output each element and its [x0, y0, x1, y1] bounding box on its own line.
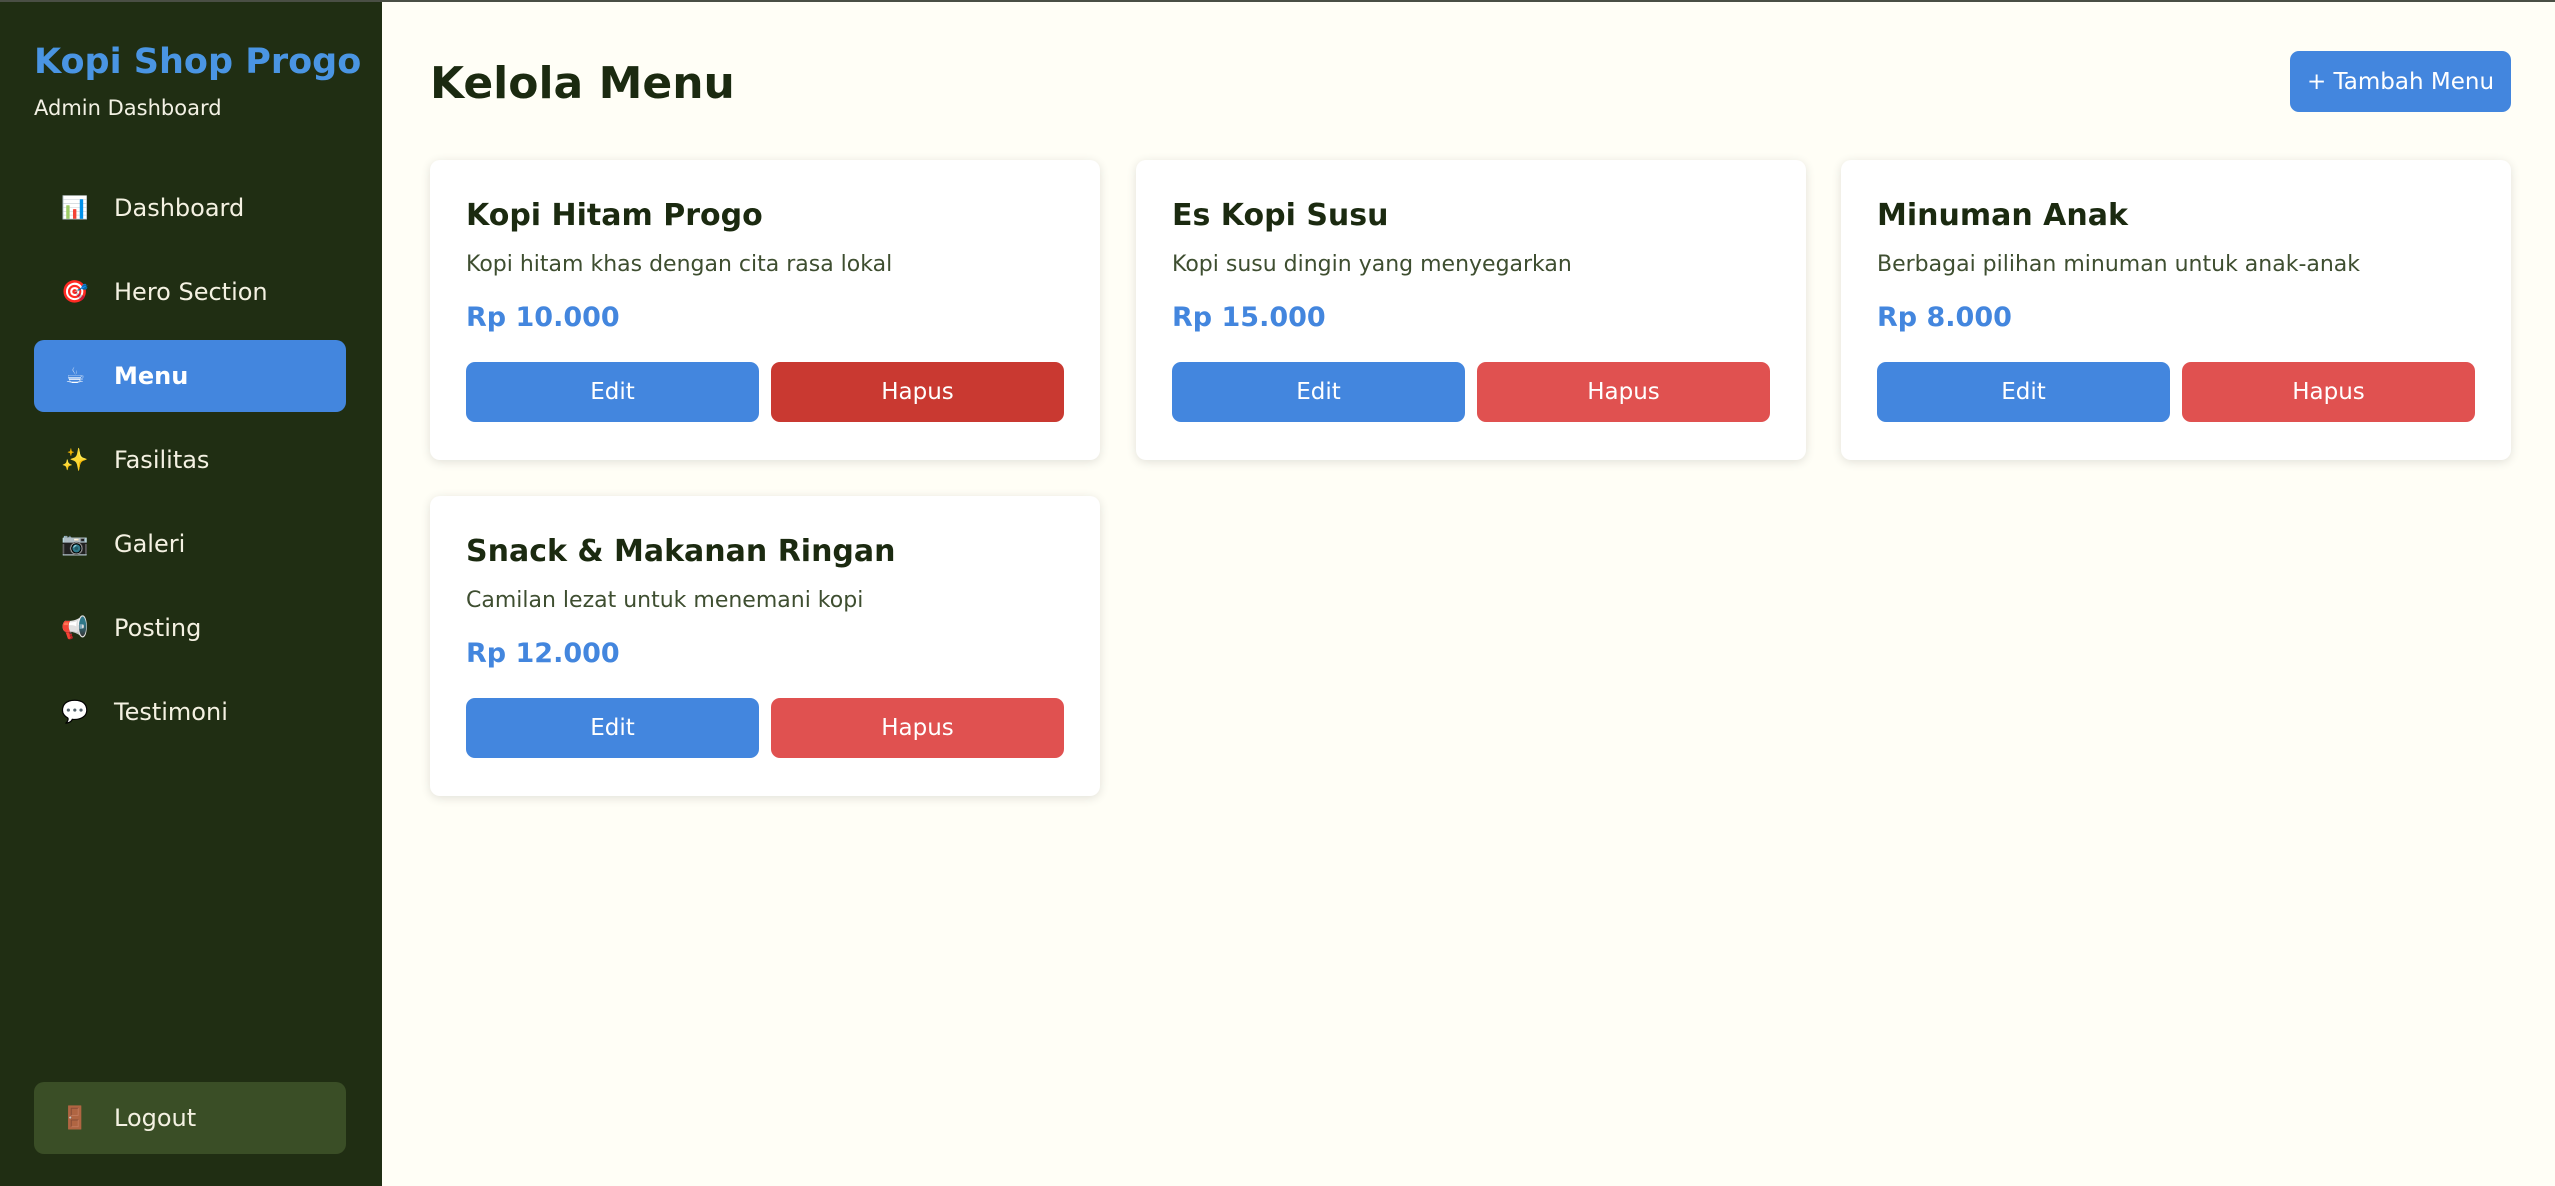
- logout-button[interactable]: 🚪 Logout: [34, 1082, 346, 1154]
- sparkles-icon: ✨: [61, 447, 89, 473]
- menu-card-price: Rp 10.000: [466, 302, 620, 333]
- page-title: Kelola Menu: [430, 58, 735, 109]
- menu-card: Es Kopi Susu Kopi susu dingin yang menye…: [1136, 160, 1806, 460]
- sidebar-item-dashboard[interactable]: 📊 Dashboard: [34, 172, 346, 244]
- menu-card-description: Berbagai pilihan minuman untuk anak-anak: [1877, 252, 2361, 277]
- menu-card-title: Minuman Anak: [1877, 198, 2128, 233]
- chart-icon: 📊: [61, 195, 89, 221]
- sidebar-item-galeri[interactable]: 📷 Galeri: [34, 508, 346, 580]
- sidebar-item-hero-section[interactable]: 🎯 Hero Section: [34, 256, 346, 328]
- add-menu-button[interactable]: + Tambah Menu: [2290, 51, 2511, 112]
- sidebar-item-fasilitas[interactable]: ✨ Fasilitas: [34, 424, 346, 496]
- sidebar-item-label: Galeri: [114, 530, 186, 558]
- menu-card-title: Kopi Hitam Progo: [466, 198, 763, 233]
- edit-button[interactable]: Edit: [1877, 362, 2170, 422]
- sidebar-item-label: Hero Section: [114, 278, 268, 306]
- sidebar-item-label: Posting: [114, 614, 202, 642]
- brand-subtitle: Admin Dashboard: [34, 96, 222, 120]
- door-icon: 🚪: [61, 1105, 89, 1131]
- sidebar-item-menu[interactable]: ☕ Menu: [34, 340, 346, 412]
- edit-button[interactable]: Edit: [466, 698, 759, 758]
- edit-button[interactable]: Edit: [1172, 362, 1465, 422]
- delete-button[interactable]: Hapus: [771, 362, 1064, 422]
- menu-card: Snack & Makanan Ringan Camilan lezat unt…: [430, 496, 1100, 796]
- edit-button[interactable]: Edit: [466, 362, 759, 422]
- menu-card-price: Rp 12.000: [466, 638, 620, 669]
- coffee-icon: ☕: [65, 363, 85, 389]
- menu-card: Minuman Anak Berbagai pilihan minuman un…: [1841, 160, 2511, 460]
- speech-bubble-icon: 💬: [61, 699, 89, 725]
- menu-card-description: Camilan lezat untuk menemani kopi: [466, 588, 864, 613]
- sidebar-item-label: Menu: [114, 362, 189, 390]
- menu-card-price: Rp 8.000: [1877, 302, 2012, 333]
- sidebar-item-posting[interactable]: 📢 Posting: [34, 592, 346, 664]
- brand-title: Kopi Shop Progo: [34, 42, 362, 82]
- sidebar-item-label: Fasilitas: [114, 446, 210, 474]
- app-root: Kopi Shop Progo Admin Dashboard 📊 Dashbo…: [0, 0, 2555, 1186]
- sidebar: Kopi Shop Progo Admin Dashboard 📊 Dashbo…: [0, 2, 382, 1186]
- menu-card-title: Es Kopi Susu: [1172, 198, 1389, 233]
- logout-label: Logout: [114, 1104, 197, 1132]
- menu-card-price: Rp 15.000: [1172, 302, 1326, 333]
- menu-card-title: Snack & Makanan Ringan: [466, 534, 896, 569]
- megaphone-icon: 📢: [61, 615, 89, 641]
- sidebar-nav: 📊 Dashboard 🎯 Hero Section ☕ Menu ✨ Fasi…: [34, 172, 346, 760]
- sidebar-item-label: Testimoni: [114, 698, 228, 726]
- menu-card-description: Kopi hitam khas dengan cita rasa lokal: [466, 252, 893, 277]
- target-icon: 🎯: [61, 279, 89, 305]
- sidebar-item-testimoni[interactable]: 💬 Testimoni: [34, 676, 346, 748]
- delete-button[interactable]: Hapus: [2182, 362, 2475, 422]
- menu-card-description: Kopi susu dingin yang menyegarkan: [1172, 252, 1572, 277]
- delete-button[interactable]: Hapus: [771, 698, 1064, 758]
- delete-button[interactable]: Hapus: [1477, 362, 1770, 422]
- sidebar-item-label: Dashboard: [114, 194, 245, 222]
- menu-card: Kopi Hitam Progo Kopi hitam khas dengan …: [430, 160, 1100, 460]
- camera-icon: 📷: [61, 531, 89, 557]
